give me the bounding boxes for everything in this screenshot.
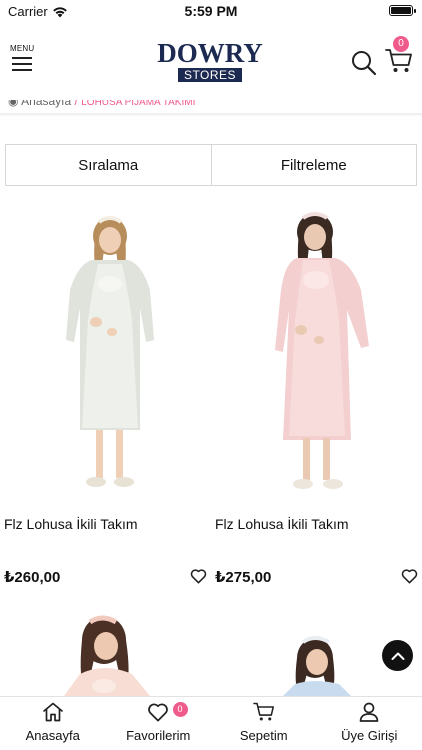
heart-icon [148,703,169,722]
favorites-count-badge: 0 [172,702,188,717]
app-header: MENU DOWRY STORES 0 [0,22,422,100]
cart-button[interactable] [385,48,413,79]
logo-subtitle: STORES [177,68,243,82]
product-card[interactable] [0,600,206,701]
product-card[interactable]: Flz Lohusa İkili Takım ₺260,00 [0,200,207,586]
breadcrumb: ◉ Anasayfa / LOHUSA PİJAMA TAKIMI [0,100,422,114]
cart-count-badge: 0 [393,36,409,52]
sort-filter-bar: Sıralama Filtreleme [5,144,417,186]
product-price: ₺260,00 [4,569,61,586]
tab-favorites[interactable]: 0 Favorilerim [106,697,212,750]
search-icon [352,51,377,76]
clock: 5:59 PM [184,3,238,19]
sort-button[interactable]: Sıralama [6,145,211,185]
status-bar: Carrier 5:59 PM [0,0,422,22]
chevron-up-icon [391,652,404,660]
heart-icon[interactable] [190,568,207,584]
tab-account[interactable]: Üye Girişi [317,697,422,750]
heart-icon[interactable] [401,568,418,584]
user-icon [359,702,379,722]
breadcrumb-home-icon: ◉ [8,100,19,108]
header-shadow [0,113,422,117]
product-card[interactable]: Flz Lohusa İkili Takım ₺275,00 [211,200,418,586]
bottom-tab-bar: Anasayfa 0 Favorilerim Sepetim Üye Giriş… [0,696,422,750]
breadcrumb-current: LOHUSA PİJAMA TAKIMI [81,100,196,108]
tab-favorites-label: Favorilerim [126,728,191,743]
tab-cart-label: Sepetim [239,728,288,743]
menu-label: MENU [10,44,35,53]
tab-home[interactable]: Anasayfa [0,697,106,750]
product-image[interactable] [211,200,417,500]
product-image[interactable] [0,200,206,500]
product-image[interactable] [0,600,206,696]
battery-icon [389,5,416,16]
tab-cart[interactable]: Sepetim [211,697,317,750]
search-button[interactable] [351,50,377,81]
brand-logo[interactable]: DOWRY STORES [145,40,275,84]
tab-account-label: Üye Girişi [341,728,398,743]
scroll-top-button[interactable] [382,640,413,671]
tab-home-label: Anasayfa [25,728,80,743]
product-name[interactable]: Flz Lohusa İkili Takım [215,516,349,532]
cart-icon [252,702,274,721]
home-icon [42,702,63,722]
breadcrumb-separator: / [74,100,78,108]
hamburger-icon [10,57,38,71]
breadcrumb-home[interactable]: Anasayfa [21,100,71,108]
menu-button[interactable]: MENU [10,44,38,71]
logo-wordmark: DOWRY [157,38,263,68]
product-name[interactable]: Flz Lohusa İkili Takım [4,516,138,532]
product-price: ₺275,00 [215,569,272,586]
filter-button[interactable]: Filtreleme [210,145,416,185]
